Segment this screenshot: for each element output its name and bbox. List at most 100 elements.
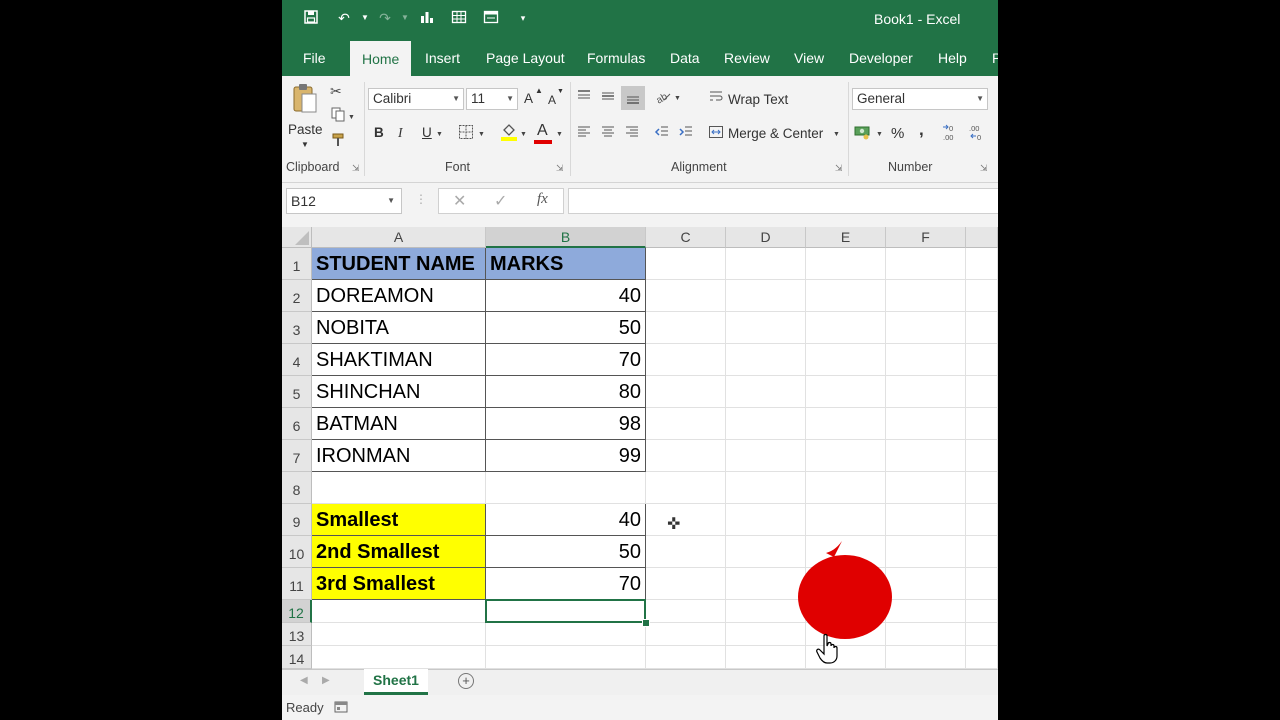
cell[interactable] [486,623,646,646]
font-launcher-icon[interactable]: ⇲ [556,163,564,174]
bold-button[interactable]: B [374,125,384,140]
increase-decimal-icon[interactable]: 0.00 [942,122,962,146]
tab-help[interactable]: Help [938,50,967,66]
cell[interactable] [966,408,998,440]
summary-label-cell[interactable]: 2nd Smallest [312,536,486,568]
student-name-cell[interactable]: DOREAMON [312,280,486,312]
cell[interactable] [646,408,726,440]
decrease-indent-icon[interactable] [654,124,670,144]
cell[interactable] [726,312,806,344]
cell[interactable] [806,248,886,280]
row-header-14[interactable]: 14 [282,646,312,669]
percent-button[interactable]: % [891,125,904,142]
cell[interactable] [886,472,966,504]
redo-icon[interactable]: ↷ [376,9,394,27]
font-name-select[interactable]: Calibri ▼ [368,88,464,110]
copy-icon[interactable] [330,106,346,126]
summary-value-cell[interactable]: 50 [486,536,646,568]
scroll-right-icon[interactable]: ▶ [322,675,330,686]
cell[interactable] [886,344,966,376]
cell[interactable] [966,536,998,568]
cell[interactable] [886,536,966,568]
cell[interactable] [312,623,486,646]
formula-input[interactable] [568,188,998,214]
row-header-13[interactable]: 13 [282,623,312,646]
cell[interactable] [726,376,806,408]
cell[interactable] [646,623,726,646]
cell[interactable] [886,504,966,536]
marks-cell[interactable]: 99 [486,440,646,472]
font-size-select[interactable]: 11 ▼ [466,88,518,110]
cell[interactable] [966,344,998,376]
cell[interactable] [966,248,998,280]
row-header-5[interactable]: 5 [282,376,312,408]
cell[interactable] [486,600,646,623]
marks-cell[interactable]: 80 [486,376,646,408]
student-name-cell[interactable]: SHAKTIMAN [312,344,486,376]
marks-cell[interactable]: 40 [486,280,646,312]
row-header-7[interactable]: 7 [282,440,312,472]
merge-icon[interactable] [708,124,724,144]
cell[interactable] [646,646,726,669]
cell[interactable] [886,623,966,646]
merge-dropdown-icon[interactable]: ▼ [833,126,840,144]
row-header-9[interactable]: 9 [282,504,312,536]
italic-button[interactable]: I [398,125,403,141]
orientation-dropdown-icon[interactable]: ▼ [674,90,681,108]
cell[interactable] [726,280,806,312]
paste-dropdown-icon[interactable]: ▼ [301,140,309,149]
cell[interactable] [646,600,726,623]
currency-dropdown-icon[interactable]: ▼ [876,126,883,144]
cancel-icon[interactable]: ✕ [453,191,466,211]
customize-icon[interactable]: ▾ [514,9,532,27]
align-left-icon[interactable] [576,124,592,144]
cell[interactable] [806,440,886,472]
row-header-6[interactable]: 6 [282,408,312,440]
cell[interactable] [806,312,886,344]
insert-function-button[interactable]: fx [537,191,548,208]
column-header-c[interactable]: C [646,227,726,248]
cell[interactable] [966,623,998,646]
column-header-d[interactable]: D [726,227,806,248]
tab-data[interactable]: Data [670,50,700,66]
number-format-select[interactable]: General ▼ [852,88,988,110]
cell[interactable] [312,472,486,504]
summary-value-cell[interactable]: 70 [486,568,646,600]
row-header-11[interactable]: 11 [282,568,312,600]
orientation-icon[interactable]: ab [654,88,672,108]
sheet-tab-sheet1[interactable]: Sheet1 [364,669,428,695]
column-header-b[interactable]: B [486,227,646,248]
fill-dropdown-icon[interactable]: ▼ [520,126,527,144]
cell[interactable] [966,376,998,408]
column-header-overflow[interactable] [966,227,998,248]
cell[interactable] [312,600,486,623]
fill-color-icon[interactable] [500,122,518,146]
select-all-button[interactable] [282,227,312,248]
cell[interactable] [806,504,886,536]
cell[interactable] [646,312,726,344]
row-header-2[interactable]: 2 [282,280,312,312]
worksheet-grid[interactable]: ABCDEF 1 2 3 4 5 6 7 8 9 10 11 12 13 14 STUDENT NAME M… [282,227,998,669]
cell[interactable] [806,376,886,408]
cut-icon[interactable]: ✂ [330,82,342,100]
align-top-icon[interactable] [576,88,592,108]
comma-button[interactable]: , [919,120,924,140]
number-launcher-icon[interactable]: ⇲ [980,163,988,174]
student-name-cell[interactable]: BATMAN [312,408,486,440]
clipboard-launcher-icon[interactable]: ⇲ [352,163,360,174]
form-icon[interactable] [482,9,500,27]
paste-label[interactable]: Paste [288,122,323,137]
cell[interactable] [806,280,886,312]
merge-center-button[interactable]: Merge & Center [728,126,823,141]
cell[interactable] [646,536,726,568]
enter-icon[interactable]: ✓ [494,191,507,211]
tab-review[interactable]: Review [724,50,770,66]
cell[interactable] [646,472,726,504]
row-header-12[interactable]: 12 [282,600,312,623]
cell[interactable] [966,280,998,312]
cell[interactable] [726,344,806,376]
marks-cell[interactable]: 98 [486,408,646,440]
scroll-left-icon[interactable]: ◀ [300,675,308,686]
redo-dropdown-icon[interactable]: ▼ [396,9,414,27]
format-painter-icon[interactable] [330,132,346,152]
